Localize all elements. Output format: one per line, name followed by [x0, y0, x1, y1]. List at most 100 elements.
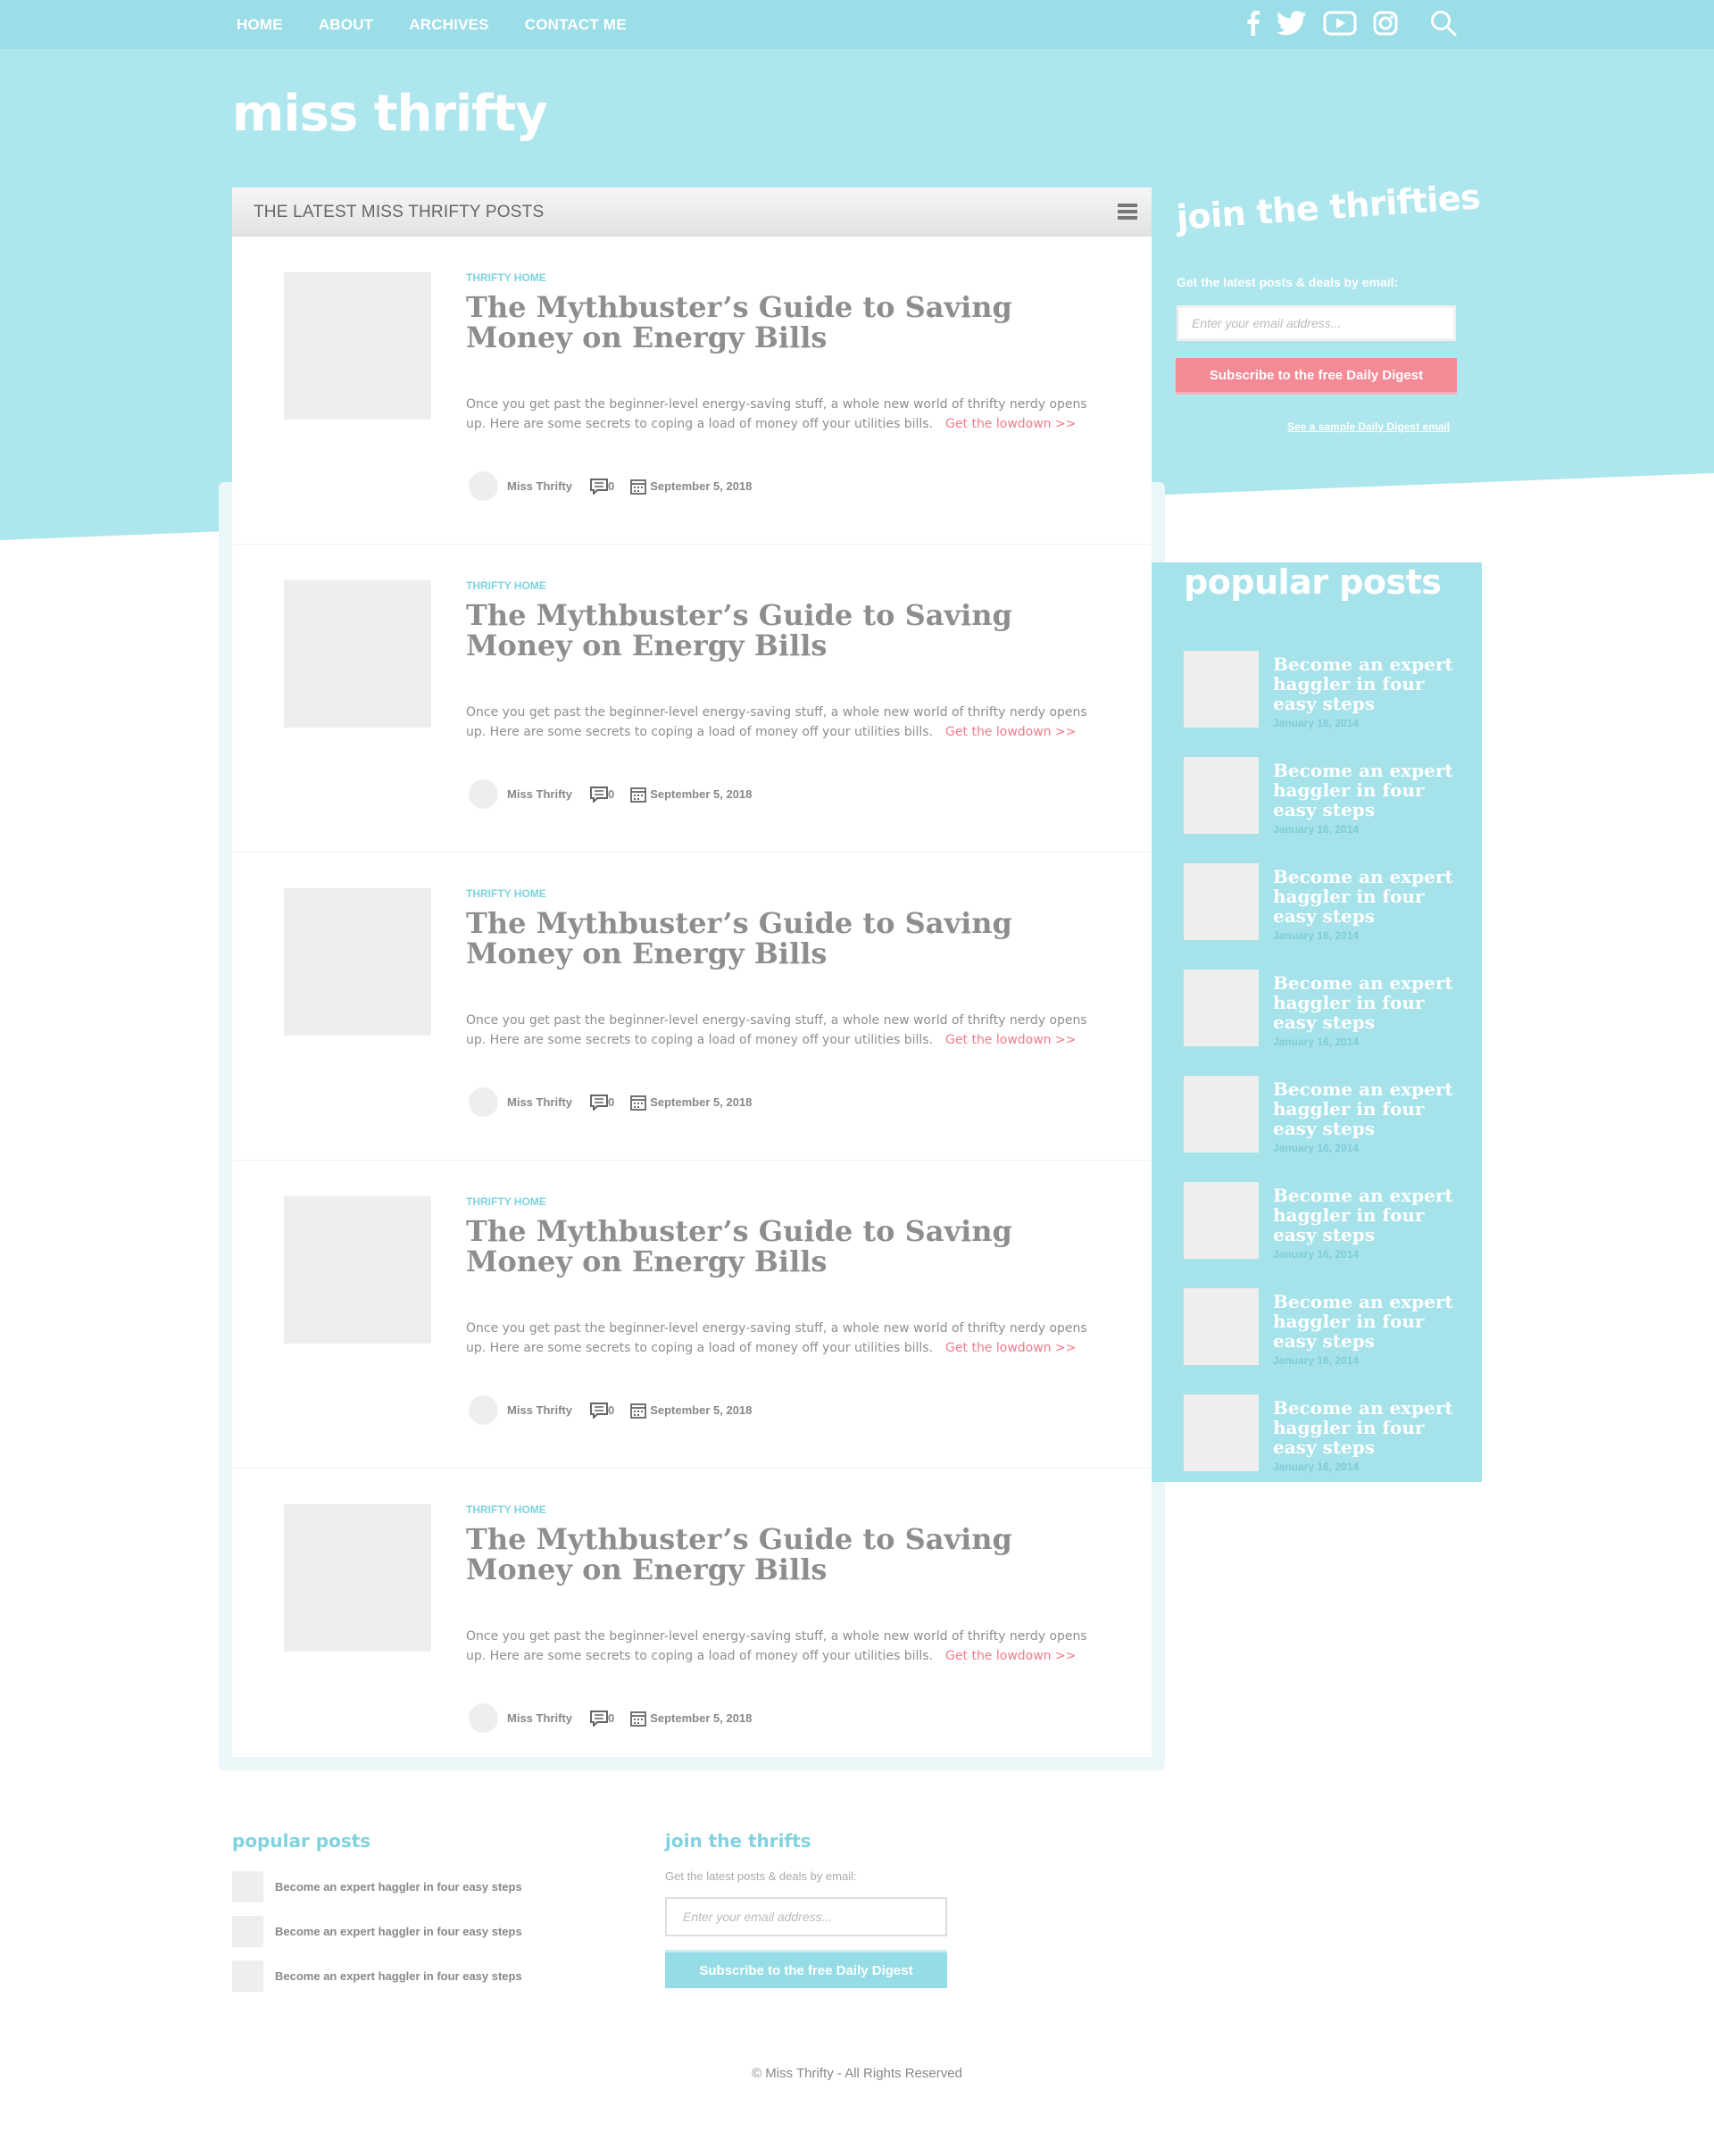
post-date: September 5, 2018 — [630, 787, 752, 803]
post-date-value: September 5, 2018 — [650, 479, 753, 493]
latest-posts-heading: THE LATEST MISS THRIFTY POSTS — [254, 202, 545, 221]
nav-contact[interactable]: CONTACT ME — [525, 16, 627, 34]
comment-count[interactable]: 0 — [589, 786, 614, 803]
post-thumbnail[interactable] — [284, 888, 431, 1036]
popular-post-date: January 16, 2014 — [1273, 1461, 1360, 1473]
footer-popular-item[interactable]: Become an expert haggler in four easy st… — [232, 1960, 522, 1992]
footer-popular-item-title[interactable]: Become an expert haggler in four easy st… — [275, 1925, 522, 1938]
nav-about[interactable]: ABOUT — [319, 16, 373, 34]
popular-post-thumbnail[interactable] — [1184, 1288, 1259, 1365]
post-title[interactable]: The Mythbuster’s Guide to Saving Money o… — [466, 908, 1109, 969]
sample-digest-link[interactable]: See a sample Daily Digest email — [1287, 420, 1450, 433]
read-more-link[interactable]: Get the lowdown >> — [945, 1033, 1076, 1047]
comment-icon — [589, 478, 608, 495]
post-excerpt: Once you get past the beginner-level ene… — [466, 1011, 1109, 1050]
footer-popular-thumbnail[interactable] — [232, 1960, 263, 1992]
post-meta: Miss Thrifty 0 September 5, 2018 — [469, 779, 752, 809]
popular-post-item[interactable]: Become an expert haggler in four easy st… — [1184, 863, 1469, 942]
popular-post-title[interactable]: Become an expert haggler in four easy st… — [1273, 1292, 1460, 1351]
footer-email-input[interactable]: Enter your email address... — [665, 1897, 947, 1936]
popular-post-item[interactable]: Become an expert haggler in four easy st… — [1184, 1288, 1469, 1367]
post-card: THRIFTY HOME The Mythbuster’s Guide to S… — [232, 237, 1152, 545]
post-meta: Miss Thrifty 0 September 5, 2018 — [469, 1087, 752, 1117]
popular-post-item[interactable]: Become an expert haggler in four easy st… — [1184, 757, 1469, 836]
popular-post-thumbnail[interactable] — [1184, 1076, 1259, 1153]
footer-popular-thumbnail[interactable] — [232, 1916, 263, 1947]
main-nav: HOME ABOUT ARCHIVES CONTACT ME — [237, 0, 662, 49]
read-more-link[interactable]: Get the lowdown >> — [945, 1649, 1076, 1663]
site-logo[interactable]: miss thrifty — [232, 85, 548, 143]
menu-icon[interactable] — [1118, 203, 1137, 224]
post-card: THRIFTY HOME The Mythbuster’s Guide to S… — [232, 853, 1152, 1161]
nav-home[interactable]: HOME — [237, 16, 283, 34]
popular-post-thumbnail[interactable] — [1184, 757, 1259, 834]
popular-post-item[interactable]: Become an expert haggler in four easy st… — [1184, 1182, 1469, 1261]
post-author[interactable]: Miss Thrifty — [507, 1403, 572, 1417]
post-category[interactable]: THRIFTY HOME — [466, 1195, 546, 1208]
post-title[interactable]: The Mythbuster’s Guide to Saving Money o… — [466, 1524, 1109, 1585]
copyright-notice: © Miss Thrifty - All Rights Reserved — [752, 2066, 962, 2081]
footer-popular-item[interactable]: Become an expert haggler in four easy st… — [232, 1916, 522, 1947]
read-more-link[interactable]: Get the lowdown >> — [945, 1341, 1076, 1355]
post-thumbnail[interactable] — [284, 580, 431, 728]
facebook-icon[interactable] — [1246, 11, 1261, 39]
post-category[interactable]: THRIFTY HOME — [466, 1503, 546, 1516]
footer-popular-item-title[interactable]: Become an expert haggler in four easy st… — [275, 1880, 522, 1894]
popular-post-title[interactable]: Become an expert haggler in four easy st… — [1273, 867, 1460, 926]
footer-popular-thumbnail[interactable] — [232, 1871, 263, 1902]
popular-post-title[interactable]: Become an expert haggler in four easy st… — [1273, 1079, 1460, 1138]
calendar-icon — [630, 1095, 647, 1111]
calendar-icon — [630, 479, 647, 495]
comment-count[interactable]: 0 — [589, 1094, 614, 1111]
post-excerpt: Once you get past the beginner-level ene… — [466, 1319, 1109, 1358]
post-author[interactable]: Miss Thrifty — [507, 1711, 572, 1725]
popular-post-item[interactable]: Become an expert haggler in four easy st… — [1184, 970, 1469, 1048]
popular-post-item[interactable]: Become an expert haggler in four easy st… — [1184, 651, 1469, 729]
top-navigation-bar: HOME ABOUT ARCHIVES CONTACT ME — [0, 0, 1714, 49]
popular-post-title[interactable]: Become an expert haggler in four easy st… — [1273, 973, 1460, 1032]
popular-post-thumbnail[interactable] — [1184, 1394, 1259, 1471]
email-input[interactable]: Enter your email address... — [1177, 305, 1456, 341]
post-category[interactable]: THRIFTY HOME — [466, 271, 546, 284]
search-icon[interactable] — [1430, 10, 1457, 40]
twitter-icon[interactable] — [1276, 11, 1307, 39]
post-title[interactable]: The Mythbuster’s Guide to Saving Money o… — [466, 1216, 1109, 1277]
nav-archives[interactable]: ARCHIVES — [409, 16, 488, 34]
post-author[interactable]: Miss Thrifty — [507, 1095, 572, 1109]
post-thumbnail[interactable] — [284, 1196, 431, 1344]
popular-post-item[interactable]: Become an expert haggler in four easy st… — [1184, 1394, 1469, 1473]
post-thumbnail[interactable] — [284, 1504, 431, 1652]
read-more-link[interactable]: Get the lowdown >> — [945, 725, 1076, 739]
popular-post-thumbnail[interactable] — [1184, 970, 1259, 1046]
subscribe-button[interactable]: Subscribe to the free Daily Digest — [1176, 358, 1457, 395]
footer-popular-item[interactable]: Become an expert haggler in four easy st… — [232, 1871, 522, 1902]
post-category[interactable]: THRIFTY HOME — [466, 579, 546, 592]
post-date: September 5, 2018 — [630, 1711, 752, 1727]
post-meta: Miss Thrifty 0 September 5, 2018 — [469, 471, 752, 501]
read-more-link[interactable]: Get the lowdown >> — [945, 417, 1076, 431]
popular-post-thumbnail[interactable] — [1184, 1182, 1259, 1259]
popular-post-title[interactable]: Become an expert haggler in four easy st… — [1273, 1186, 1460, 1244]
popular-post-thumbnail[interactable] — [1184, 651, 1259, 728]
popular-post-item[interactable]: Become an expert haggler in four easy st… — [1184, 1076, 1469, 1154]
post-author[interactable]: Miss Thrifty — [507, 479, 572, 493]
post-category[interactable]: THRIFTY HOME — [466, 887, 546, 900]
post-title[interactable]: The Mythbuster’s Guide to Saving Money o… — [466, 292, 1109, 353]
popular-post-thumbnail[interactable] — [1184, 863, 1259, 940]
comment-count[interactable]: 0 — [589, 1402, 614, 1419]
comment-count[interactable]: 0 — [589, 1710, 614, 1727]
popular-post-title[interactable]: Become an expert haggler in four easy st… — [1273, 761, 1460, 820]
footer-popular-item-title[interactable]: Become an expert haggler in four easy st… — [275, 1969, 522, 1983]
youtube-icon[interactable] — [1323, 11, 1357, 39]
comment-icon — [589, 1710, 608, 1727]
popular-post-title[interactable]: Become an expert haggler in four easy st… — [1273, 1398, 1460, 1457]
comment-count[interactable]: 0 — [589, 478, 614, 495]
post-meta: Miss Thrifty 0 September 5, 2018 — [469, 1395, 752, 1425]
post-title[interactable]: The Mythbuster’s Guide to Saving Money o… — [466, 600, 1109, 661]
post-thumbnail[interactable] — [284, 272, 431, 420]
post-date: September 5, 2018 — [630, 1095, 752, 1111]
instagram-icon[interactable] — [1373, 11, 1398, 39]
popular-post-title[interactable]: Become an expert haggler in four easy st… — [1273, 654, 1460, 713]
footer-subscribe-button[interactable]: Subscribe to the free Daily Digest — [665, 1950, 947, 1988]
post-author[interactable]: Miss Thrifty — [507, 787, 572, 801]
